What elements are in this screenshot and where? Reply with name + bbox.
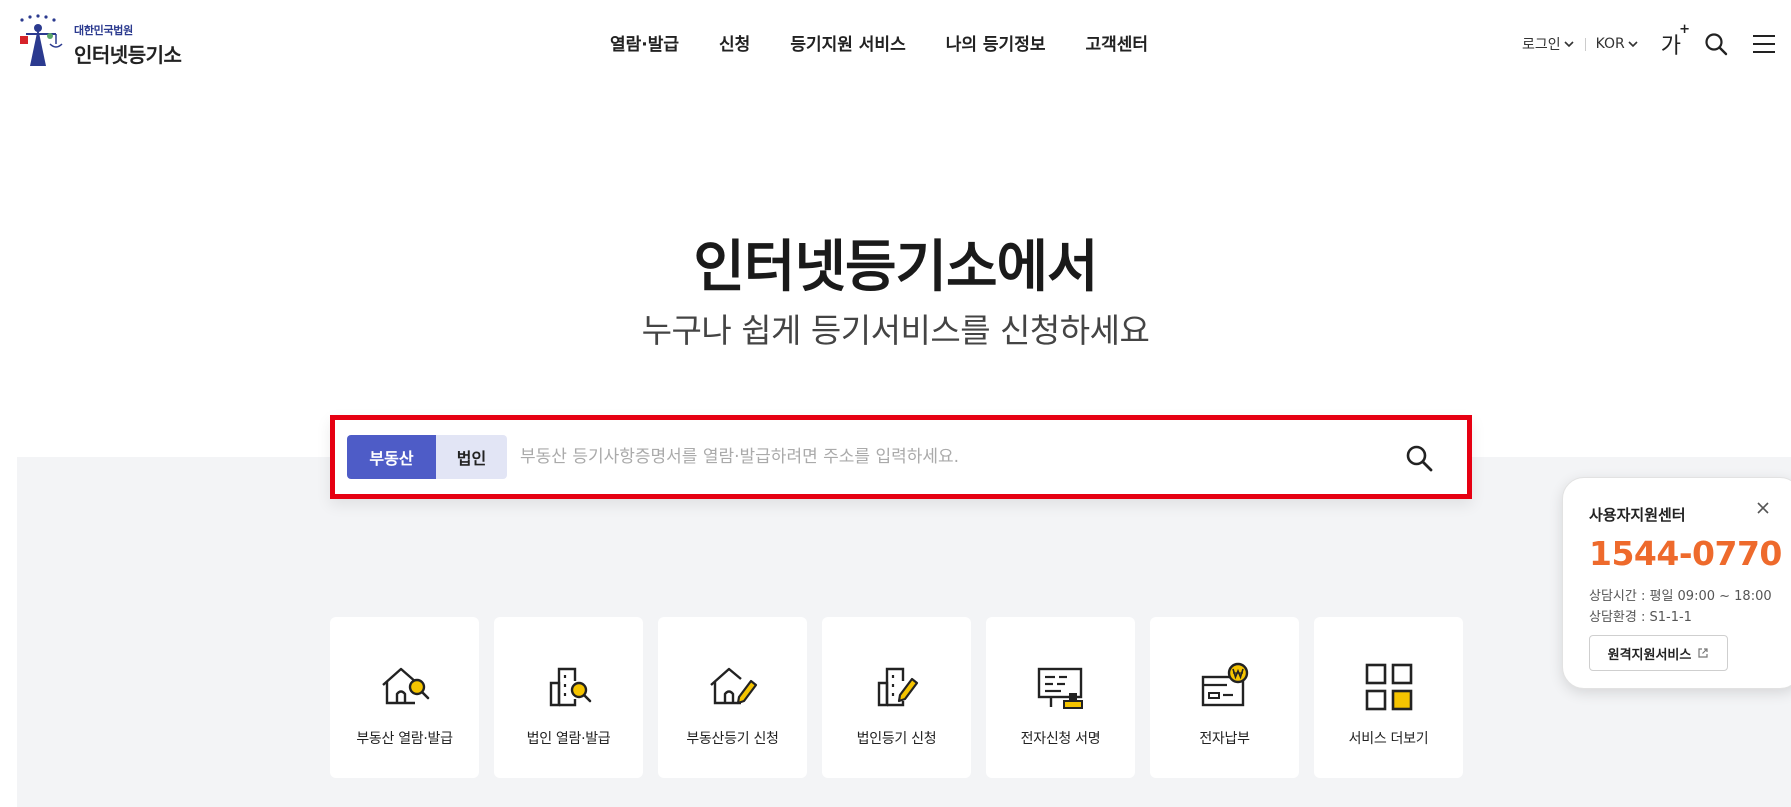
tab-corporation[interactable]: 법인 (436, 435, 507, 479)
quick-menu-label: 법인 열람·발급 (526, 731, 611, 747)
document-stamp-icon (1037, 667, 1083, 709)
font-size-plus: + (1679, 22, 1690, 37)
support-title: 사용자지원센터 (1589, 506, 1686, 524)
quick-menu-real-estate-view[interactable]: 부동산 열람·발급 (330, 617, 479, 778)
quick-menu-label: 전자신청 서명 (1020, 731, 1101, 747)
header: 대한민국법원 인터넷등기소 열람·발급 신청 등기지원 서비스 나의 등기정보 … (0, 0, 1791, 90)
quick-menu-corporation-apply[interactable]: 법인등기 신청 (822, 617, 971, 778)
hero-subtitle: 누구나 쉽게 등기서비스를 신청하세요 (641, 311, 1150, 350)
quick-menu-label: 전자납부 (1199, 731, 1250, 747)
login-button[interactable]: 로그인 (1522, 34, 1575, 54)
logo-title: 인터넷등기소 (74, 43, 182, 67)
quick-menu-label: 부동산등기 신청 (686, 731, 779, 747)
nav-item-customer-center[interactable]: 고객센터 (1085, 30, 1148, 55)
remote-support-label: 원격지원서비스 (1607, 647, 1692, 663)
quick-menu-more-services[interactable]: 서비스 더보기 (1314, 617, 1463, 778)
court-emblem-icon (20, 14, 63, 66)
menu-button[interactable] (1751, 31, 1777, 57)
search-submit-button[interactable] (1401, 440, 1437, 476)
nav-item-view-issue[interactable]: 열람·발급 (610, 30, 679, 55)
search-box: 부동산 법인 (330, 415, 1472, 499)
close-icon[interactable] (1755, 500, 1771, 516)
site-logo[interactable]: 대한민국법원 인터넷등기소 (16, 14, 182, 70)
language-label: KOR (1595, 36, 1625, 52)
chevron-down-icon (1628, 41, 1638, 48)
site-search-button[interactable] (1703, 31, 1729, 57)
house-pen-icon (709, 667, 757, 705)
font-size-button[interactable]: 가 + (1660, 22, 1690, 60)
wallet-won-icon (1201, 662, 1248, 707)
external-link-icon (1698, 648, 1708, 658)
quick-menu: 부동산 열람·발급 법인 열람·발급 부동산등기 신청 법인등기 신청 전자신청… (330, 617, 1463, 778)
house-search-icon (381, 667, 429, 705)
search-icon (1705, 33, 1728, 56)
nav-item-my-info[interactable]: 나의 등기정보 (946, 30, 1046, 55)
utility-menu: 로그인 KOR 가 + (1522, 22, 1777, 62)
logo-subtitle: 대한민국법원 (74, 24, 133, 37)
nav-item-support-service[interactable]: 등기지원 서비스 (790, 30, 905, 55)
chevron-down-icon (1564, 41, 1574, 48)
page: 대한민국법원 인터넷등기소 열람·발급 신청 등기지원 서비스 나의 등기정보 … (0, 0, 1791, 807)
hero-title: 인터넷등기소에서 (693, 235, 1098, 300)
quick-menu-e-payment[interactable]: 전자납부 (1150, 617, 1299, 778)
nav-item-apply[interactable]: 신청 (719, 30, 750, 55)
grid-more-icon (1365, 663, 1412, 711)
support-phone-number: 1544-0770 (1589, 534, 1782, 573)
hamburger-menu-icon (1753, 35, 1775, 53)
search-input[interactable] (520, 435, 1400, 479)
login-label: 로그인 (1521, 37, 1561, 53)
support-hours: 상담시간 : 평일 09:00 ~ 18:00 (1589, 589, 1772, 604)
support-center-popup: 사용자지원센터 1544-0770 상담시간 : 평일 09:00 ~ 18:0… (1562, 477, 1791, 689)
quick-menu-e-signature[interactable]: 전자신청 서명 (986, 617, 1135, 778)
quick-menu-label: 서비스 더보기 (1348, 731, 1429, 747)
building-pen-icon (877, 667, 918, 707)
font-size-label: 가 (1660, 34, 1681, 59)
main-nav: 열람·발급 신청 등기지원 서비스 나의 등기정보 고객센터 (610, 30, 1148, 55)
tab-real-estate[interactable]: 부동산 (347, 435, 436, 479)
language-select[interactable]: KOR (1596, 36, 1639, 52)
building-search-icon (549, 667, 591, 707)
divider (1584, 37, 1586, 51)
quick-menu-real-estate-apply[interactable]: 부동산등기 신청 (658, 617, 807, 778)
search-icon (1406, 445, 1433, 472)
quick-menu-label: 법인등기 신청 (856, 731, 937, 747)
remote-support-button[interactable]: 원격지원서비스 (1589, 635, 1728, 671)
quick-menu-label: 부동산 열람·발급 (356, 731, 453, 747)
quick-menu-corporation-view[interactable]: 법인 열람·발급 (494, 617, 643, 778)
support-environment: 상담환경 : S1-1-1 (1589, 610, 1692, 625)
